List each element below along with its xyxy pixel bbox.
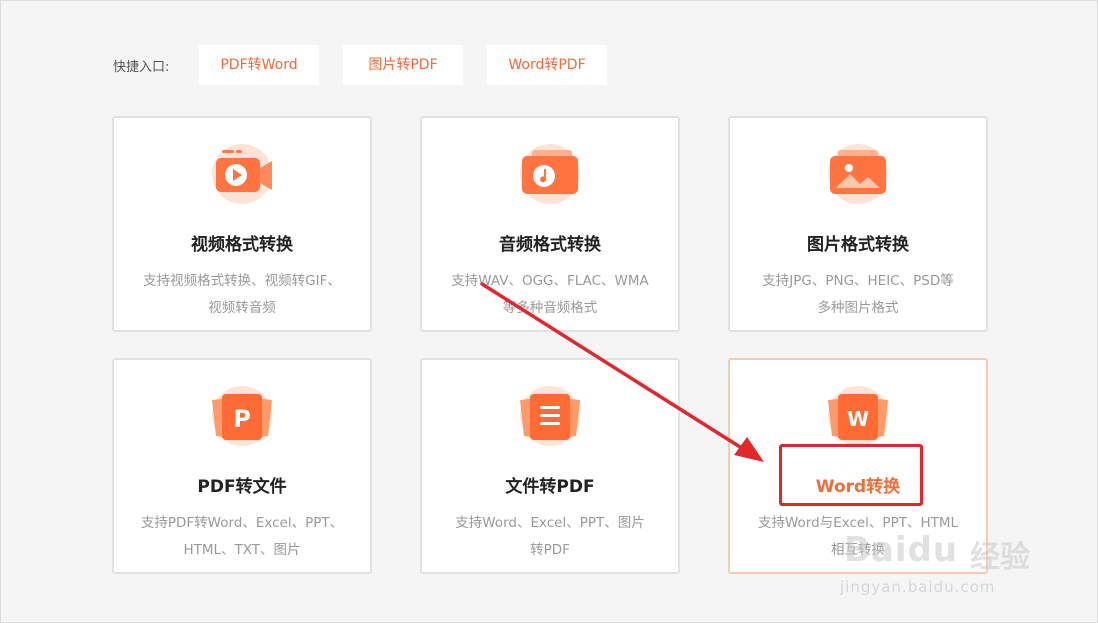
card-title: PDF转文件 [197, 477, 287, 497]
card-description: 支持视频格式转换、视频转GIF、 视频转音频 [128, 268, 356, 322]
card-description: 支持WAV、OGG、FLAC、WMA 等多种音频格式 [436, 268, 664, 322]
card-description: 支持Word、Excel、PPT、图片 转PDF [436, 510, 664, 564]
card-audio-convert[interactable]: 音频格式转换 支持WAV、OGG、FLAC、WMA 等多种音频格式 [420, 116, 680, 332]
quick-entry-label: 快捷入口: [113, 59, 170, 75]
card-video-convert[interactable]: 视频格式转换 支持视频格式转换、视频转GIF、 视频转音频 [112, 116, 372, 332]
card-pdf-to-file[interactable]: P PDF转文件 支持PDF转Word、Excel、PPT、 HTML、TXT、… [112, 358, 372, 574]
word-icon: W [828, 386, 888, 446]
card-title: 文件转PDF [505, 477, 595, 497]
card-title: Word转换 [815, 477, 901, 497]
card-title: 图片格式转换 [807, 235, 909, 255]
card-image-convert[interactable]: 图片格式转换 支持JPG、PNG、HEIC、PSD等 多种图片格式 [728, 116, 988, 332]
image-icon [828, 144, 888, 204]
document-icon [520, 386, 580, 446]
watermark-brand-cn: 经验 [970, 540, 1030, 575]
card-desc-line: 视频转音频 [208, 300, 276, 316]
watermark-brand: Baidu [844, 530, 959, 570]
card-desc-line: 支持PDF转Word、Excel、PPT、 [140, 515, 344, 531]
card-desc-line: 支持WAV、OGG、FLAC、WMA [451, 273, 649, 289]
quick-image-to-pdf-button[interactable]: 图片转PDF [343, 45, 463, 85]
video-icon [212, 144, 272, 204]
card-description: 支持JPG、PNG、HEIC、PSD等 多种图片格式 [744, 268, 972, 322]
baidu-jingyan-watermark: Baidu 经验 jingyan.baidu.com [838, 524, 1048, 600]
card-desc-line: HTML、TXT、图片 [183, 542, 301, 558]
card-file-to-pdf[interactable]: 文件转PDF 支持Word、Excel、PPT、图片 转PDF [420, 358, 680, 574]
svg-text:W: W [847, 407, 869, 431]
quick-entry-bar: 快捷入口: PDF转Word 图片转PDF Word转PDF [113, 45, 631, 85]
card-title: 音频格式转换 [499, 235, 601, 255]
card-desc-line: 多种图片格式 [817, 300, 899, 316]
watermark-url: jingyan.baidu.com [840, 578, 996, 596]
audio-icon [520, 144, 580, 204]
svg-text:P: P [233, 405, 251, 433]
quick-pdf-to-word-button[interactable]: PDF转Word [199, 45, 319, 85]
card-desc-line: 支持视频格式转换、视频转GIF、 [143, 273, 341, 289]
quick-word-to-pdf-button[interactable]: Word转PDF [487, 45, 607, 85]
card-desc-line: 支持Word、Excel、PPT、图片 [455, 515, 645, 531]
card-desc-line: 转PDF [530, 542, 570, 558]
card-title: 视频格式转换 [191, 235, 293, 255]
card-desc-line: 支持JPG、PNG、HEIC、PSD等 [762, 273, 954, 289]
card-desc-line: 等多种音频格式 [502, 300, 598, 316]
pdf-file-icon: P [212, 386, 272, 446]
card-description: 支持PDF转Word、Excel、PPT、 HTML、TXT、图片 [128, 510, 356, 564]
